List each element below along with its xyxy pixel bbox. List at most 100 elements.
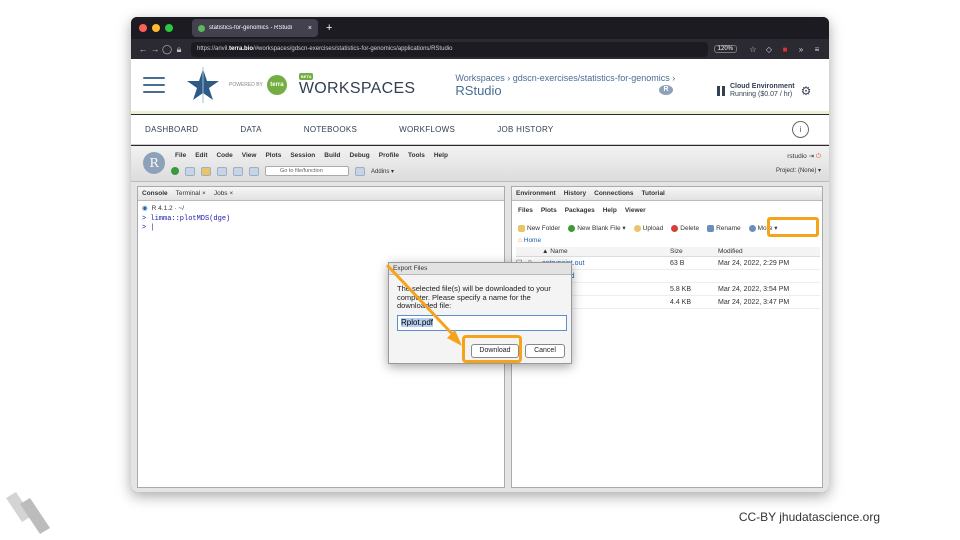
menu-icon[interactable]: ≡ bbox=[811, 45, 823, 54]
column-size[interactable]: Size bbox=[670, 248, 718, 255]
workspaces-title-block: BETA WORKSPACES bbox=[298, 72, 416, 98]
open-file-icon[interactable] bbox=[201, 166, 211, 176]
menu-code[interactable]: Code bbox=[216, 152, 232, 159]
goto-file-input[interactable]: Go to file/function bbox=[265, 166, 349, 176]
rstudio-menu: File Edit Code View Plots Session Build … bbox=[175, 152, 448, 159]
hamburger-menu-icon[interactable] bbox=[143, 77, 165, 93]
save-all-icon[interactable] bbox=[233, 166, 243, 176]
new-blank-file-button[interactable]: New Blank File ▾ bbox=[568, 224, 626, 232]
cancel-button[interactable]: Cancel bbox=[525, 344, 565, 358]
close-window-icon[interactable] bbox=[139, 24, 147, 32]
username: rstudio bbox=[787, 153, 807, 160]
home-label: Home bbox=[523, 237, 542, 244]
home-icon: ⌂ bbox=[518, 237, 522, 244]
download-highlight-box bbox=[462, 335, 522, 363]
tab-terminal[interactable]: Terminal × bbox=[176, 190, 206, 197]
tab-console[interactable]: Console bbox=[142, 190, 168, 197]
overflow-chevron-icon[interactable]: » bbox=[795, 45, 807, 54]
zoom-level[interactable]: 120% bbox=[713, 45, 737, 53]
power-icon[interactable]: ⏻ bbox=[816, 153, 821, 160]
file-modified: Mar 24, 2022, 2:29 PM bbox=[718, 259, 790, 267]
gear-icon[interactable]: ⚙ bbox=[801, 84, 812, 98]
workspace-nav: DASHBOARD DATA NOTEBOOKS WORKFLOWS JOB H… bbox=[131, 115, 829, 145]
tab-title: statistics-for-genomics - RStudi bbox=[209, 25, 293, 31]
r-version-icon: ◉ bbox=[142, 205, 148, 212]
tab-notebooks[interactable]: NOTEBOOKS bbox=[304, 125, 357, 134]
r-version-label: R 4.1.2 · ~/ bbox=[151, 204, 185, 212]
delete-button[interactable]: Delete bbox=[671, 224, 699, 232]
extension-icon[interactable]: ■ bbox=[779, 45, 791, 54]
menu-profile[interactable]: Profile bbox=[379, 152, 399, 159]
tab-packages[interactable]: Packages bbox=[565, 207, 595, 219]
bookmark-star-icon[interactable]: ☆ bbox=[747, 45, 759, 54]
filename-input[interactable]: Rplot.pdf bbox=[397, 315, 567, 331]
info-icon[interactable]: i bbox=[792, 121, 809, 138]
addins-menu[interactable]: Addins ▾ bbox=[371, 168, 394, 175]
menu-debug[interactable]: Debug bbox=[350, 152, 370, 159]
upload-button[interactable]: Upload bbox=[633, 224, 663, 232]
menu-plots[interactable]: Plots bbox=[265, 152, 281, 159]
tab-close-icon[interactable]: × bbox=[308, 25, 312, 32]
pause-icon[interactable] bbox=[717, 85, 725, 96]
tab-jobs[interactable]: Jobs × bbox=[214, 190, 233, 197]
column-name[interactable]: ▲ Name bbox=[542, 248, 670, 255]
rename-button[interactable]: Rename bbox=[707, 224, 741, 232]
tab-workflows[interactable]: WORKFLOWS bbox=[399, 125, 455, 134]
rstudio-logo-icon: R bbox=[143, 152, 165, 174]
tab-bar: statistics-for-genomics - RStudi × + bbox=[131, 17, 829, 39]
rstudio-menubar: R File Edit Code View Plots Session Buil… bbox=[131, 146, 829, 182]
page-title: RStudio bbox=[455, 82, 502, 98]
tab-data[interactable]: DATA bbox=[240, 125, 261, 134]
grid-icon[interactable] bbox=[355, 166, 365, 176]
new-project-icon[interactable] bbox=[185, 166, 195, 176]
url-domain: terra.bio bbox=[229, 46, 254, 52]
menu-help[interactable]: Help bbox=[434, 152, 448, 159]
menu-tools[interactable]: Tools bbox=[408, 152, 425, 159]
tab-files[interactable]: Files bbox=[518, 207, 533, 219]
menu-edit[interactable]: Edit bbox=[195, 152, 207, 159]
file-modified: Mar 24, 2022, 3:47 PM bbox=[718, 298, 790, 306]
console-prompt[interactable]: > | bbox=[138, 224, 504, 233]
menu-session[interactable]: Session bbox=[290, 152, 315, 159]
minimize-window-icon[interactable] bbox=[152, 24, 160, 32]
breadcrumb: Workspaces › gdscn-exercises/statistics-… bbox=[455, 73, 675, 98]
files-table-header: ▲ Name Size Modified bbox=[516, 247, 820, 257]
tab-help[interactable]: Help bbox=[603, 207, 617, 219]
sign-out-icon[interactable]: ⇥ bbox=[809, 153, 814, 160]
rename-label: Rename bbox=[716, 224, 741, 232]
new-blank-file-label: New Blank File ▾ bbox=[577, 225, 626, 232]
tab-environment[interactable]: Environment bbox=[516, 190, 556, 197]
address-field[interactable]: https://anvil. terra.bio/#workspaces/gdsc… bbox=[191, 41, 708, 57]
breadcrumb-path[interactable]: Workspaces › gdscn-exercises/statistics-… bbox=[455, 73, 675, 83]
tab-plots[interactable]: Plots bbox=[541, 207, 557, 219]
browser-tab[interactable]: statistics-for-genomics - RStudi × bbox=[192, 19, 318, 37]
new-file-icon[interactable] bbox=[171, 167, 179, 175]
back-icon[interactable]: ← bbox=[137, 44, 149, 54]
project-menu[interactable]: Project: (None) ▾ bbox=[776, 167, 821, 174]
shield-icon[interactable]: ◯ bbox=[161, 44, 173, 55]
menu-file[interactable]: File bbox=[175, 152, 186, 159]
beta-badge: BETA bbox=[298, 72, 313, 80]
tab-history[interactable]: History bbox=[564, 190, 586, 197]
tab-tutorial[interactable]: Tutorial bbox=[642, 190, 665, 197]
tab-favicon-icon bbox=[198, 24, 205, 32]
tab-job-history[interactable]: JOB HISTORY bbox=[497, 125, 553, 134]
new-tab-button[interactable]: + bbox=[326, 22, 332, 34]
cloud-environment-status[interactable]: Cloud Environment Running ($0.07 / hr) ⚙ bbox=[717, 83, 811, 98]
new-folder-button[interactable]: New Folder bbox=[518, 224, 560, 232]
workspaces-title[interactable]: WORKSPACES bbox=[299, 80, 416, 98]
breadcrumb-home[interactable]: ⌂ Home bbox=[518, 237, 541, 244]
maximize-window-icon[interactable] bbox=[165, 24, 173, 32]
tab-dashboard[interactable]: DASHBOARD bbox=[145, 125, 198, 134]
forward-icon[interactable]: → bbox=[149, 44, 161, 54]
tab-viewer[interactable]: Viewer bbox=[625, 207, 646, 219]
pocket-icon[interactable]: ◇ bbox=[763, 45, 775, 54]
url-prefix: https://anvil. bbox=[197, 46, 230, 52]
menu-view[interactable]: View bbox=[242, 152, 257, 159]
column-modified[interactable]: Modified bbox=[718, 248, 820, 255]
rename-icon bbox=[707, 224, 715, 232]
tab-connections[interactable]: Connections bbox=[594, 190, 633, 197]
print-icon[interactable] bbox=[249, 166, 259, 176]
save-icon[interactable] bbox=[217, 166, 227, 176]
menu-build[interactable]: Build bbox=[324, 152, 340, 159]
